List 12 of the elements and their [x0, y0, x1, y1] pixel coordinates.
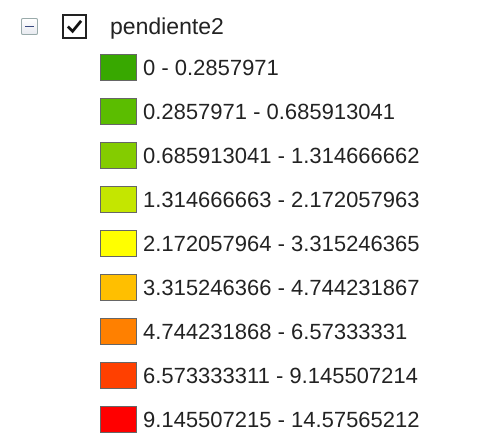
class-label: 0 - 0.2857971 — [143, 54, 279, 80]
class-label: 3.315246366 - 4.744231867 — [143, 274, 420, 300]
class-label: 2.172057964 - 3.315246365 — [143, 230, 420, 256]
layer-checkbox[interactable] — [62, 14, 87, 38]
layer-name: pendiente2 — [110, 12, 224, 40]
class-label: 4.744231868 - 6.57333331 — [143, 318, 408, 344]
class-label: 9.145507215 - 14.57565212 — [143, 406, 420, 432]
class-label: 1.314666663 - 2.172057963 — [143, 186, 420, 212]
class-label: 0.685913041 - 1.314666662 — [143, 142, 420, 168]
class-label: 6.573333311 - 9.145507214 — [143, 362, 418, 388]
collapse-icon[interactable] — [21, 18, 38, 34]
class-label: 0.2857971 - 0.685913041 — [143, 98, 396, 124]
